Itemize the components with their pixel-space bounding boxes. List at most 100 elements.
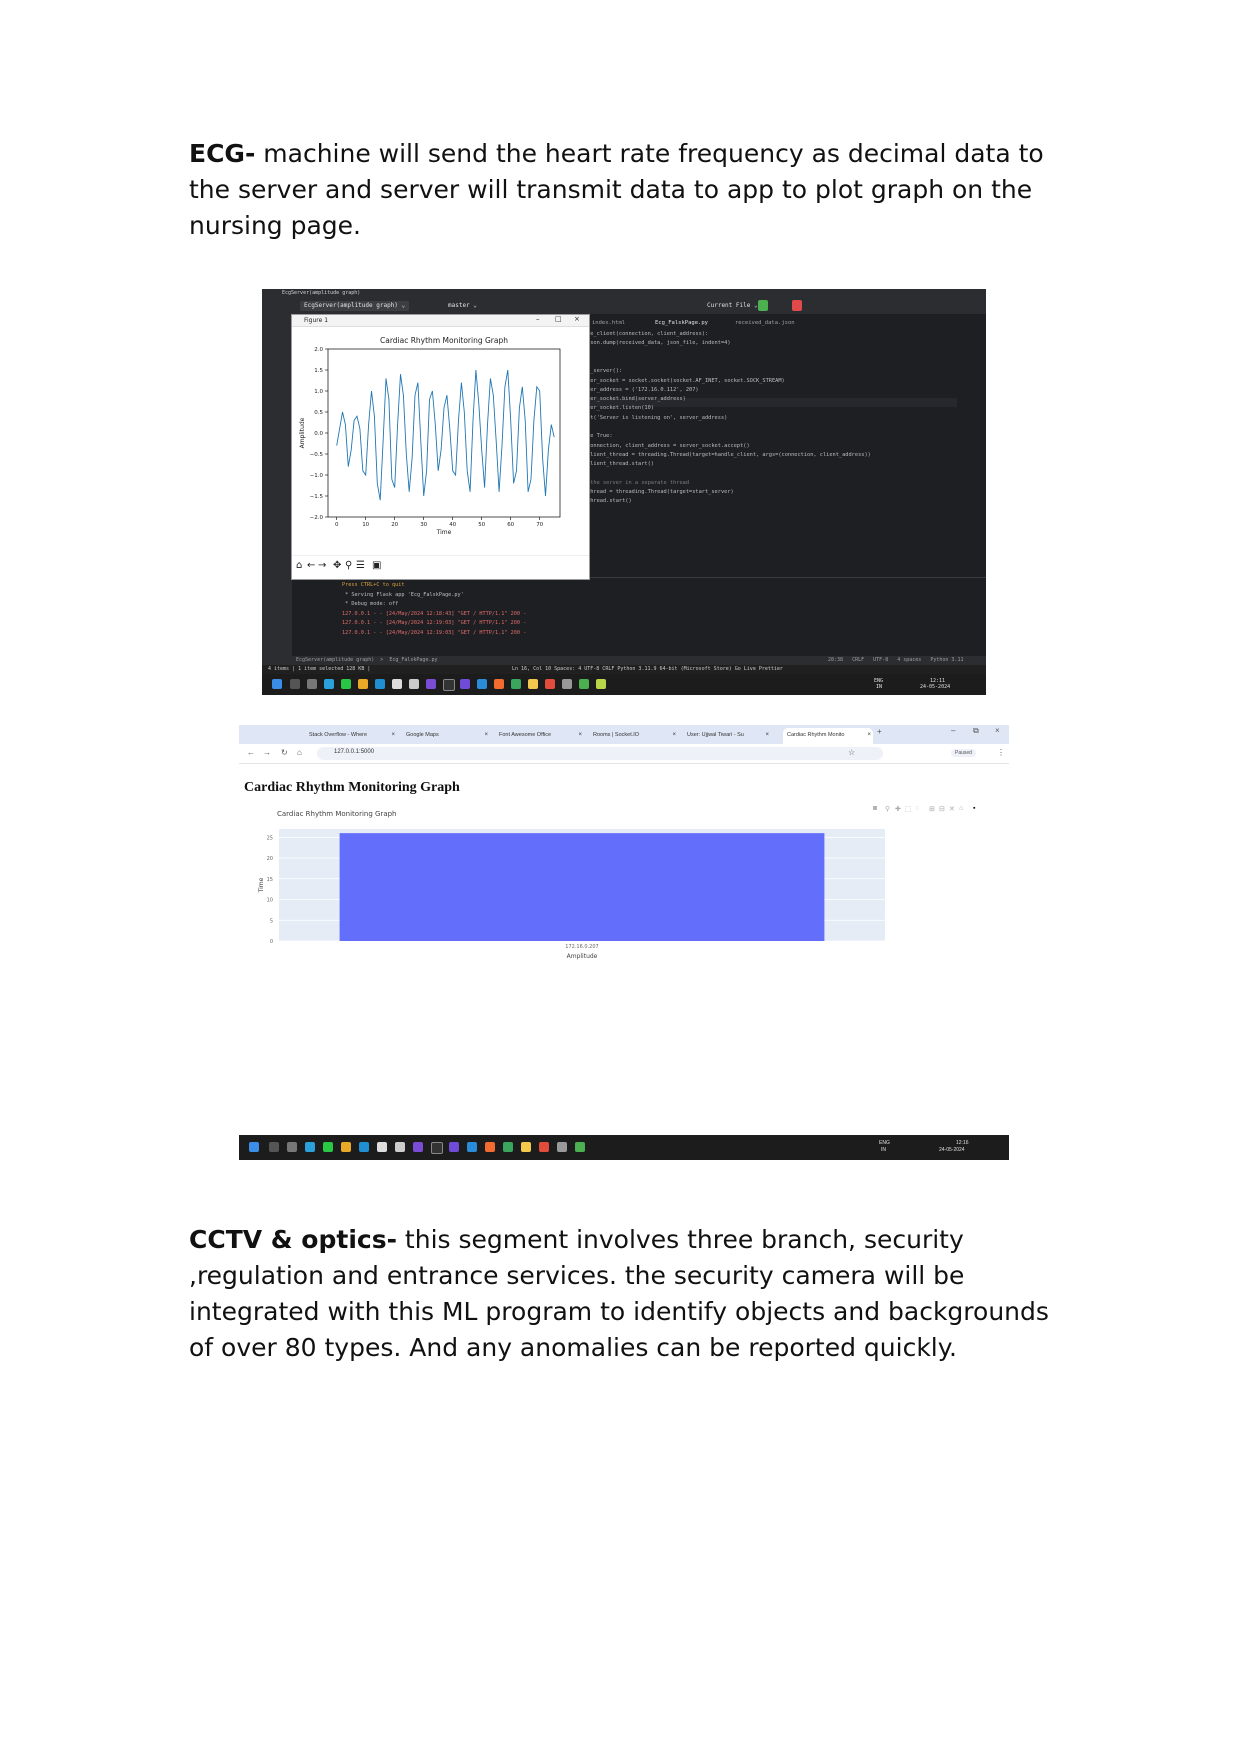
run-button[interactable] (758, 300, 768, 311)
y-tick-label: −0.5 (310, 452, 324, 458)
app-icon[interactable] (449, 1142, 459, 1152)
back-icon[interactable]: ← (307, 560, 315, 571)
x-axis-label: Time (436, 529, 452, 536)
restore-icon[interactable]: ⧉ (973, 726, 979, 736)
tab-ecg-falskpage[interactable]: Ecg_FalskPage.py (655, 320, 708, 326)
app-icon[interactable] (557, 1142, 567, 1152)
app-icon[interactable] (413, 1142, 423, 1152)
vscode-icon[interactable] (477, 679, 487, 689)
branch-selector[interactable]: master ⌄ (448, 301, 477, 311)
taskbar-lang: ENG (879, 1140, 890, 1146)
browser-tab[interactable]: Google Maps × (406, 728, 490, 744)
terminal-line: 127.0.0.1 - - [24/May/2024 12:19:03] "GE… (342, 629, 527, 636)
terminal-icon[interactable] (431, 1142, 443, 1154)
project-selector[interactable]: EcgServer(amplitude graph) ⌄ (300, 301, 410, 311)
taskview-icon[interactable] (287, 1142, 297, 1152)
app-icon[interactable] (395, 1142, 405, 1152)
app-icon[interactable] (392, 679, 402, 689)
save-icon[interactable]: ▣ (372, 560, 381, 571)
terminal-line: 127.0.0.1 - - [24/May/2024 12:19:03] "GE… (342, 620, 527, 626)
windows-start-icon[interactable] (249, 1142, 259, 1152)
terminal-icon[interactable] (443, 679, 455, 691)
app-icon[interactable] (359, 1142, 369, 1152)
reload-icon[interactable]: ↻ (281, 748, 288, 757)
terminal-line: 127.0.0.1 - - [24/May/2024 12:18:43] "GE… (342, 610, 527, 617)
maximize-icon[interactable]: □ (555, 315, 562, 323)
page-heading: Cardiac Rhythm Monitoring Graph (244, 780, 460, 795)
app-icon[interactable] (503, 1142, 513, 1152)
app-icon[interactable] (377, 1142, 387, 1152)
code-line: thread.start() (587, 498, 632, 505)
home-icon[interactable]: ⌂ (296, 560, 302, 571)
app-icon[interactable] (575, 1142, 585, 1152)
y-tick-label: 25 (267, 835, 273, 841)
pan-icon[interactable]: ✥ (333, 560, 341, 571)
app-icon[interactable] (426, 679, 436, 689)
windows-taskbar: ENG IN 12:11 24-05-2024 (262, 674, 986, 695)
folder-icon[interactable] (521, 1142, 531, 1152)
tab-received-data[interactable]: received_data.json (735, 320, 795, 326)
menu-icon[interactable]: ⋮ (997, 748, 1005, 757)
app-icon[interactable] (511, 679, 521, 689)
chrome-icon[interactable] (341, 1142, 351, 1152)
app-icon[interactable] (409, 679, 419, 689)
whatsapp-icon[interactable] (323, 1142, 333, 1152)
app-icon[interactable] (375, 679, 385, 689)
telegram-icon[interactable] (324, 679, 334, 689)
chrome-icon[interactable] (358, 679, 368, 689)
telegram-icon[interactable] (305, 1142, 315, 1152)
y-tick-label: 15 (267, 877, 273, 883)
taskview-icon[interactable] (307, 679, 317, 689)
configure-icon[interactable]: ☰ (356, 560, 365, 571)
address-bar[interactable]: 127.0.0.1:5000 (317, 747, 883, 760)
minimize-icon[interactable]: – (536, 315, 540, 323)
zoom-icon[interactable]: ⚲ (345, 560, 352, 571)
bookmark-star-icon[interactable]: ☆ (848, 748, 855, 757)
chart-title: Cardiac Rhythm Monitoring Graph (277, 810, 396, 818)
app-icon[interactable] (494, 679, 504, 689)
browser-tab[interactable]: Rooms | Socket.IO × (593, 728, 678, 744)
ecg-label: ECG- (189, 139, 256, 168)
folder-icon[interactable] (528, 679, 538, 689)
ide-window-title: EcgServer(amplitude graph) (282, 290, 361, 296)
app-icon[interactable] (562, 679, 572, 689)
figure-titlebar: Figure 1 – □ × (292, 315, 589, 327)
x-tick-label: 20 (391, 522, 398, 528)
app-icon[interactable] (460, 679, 470, 689)
chrome-icon[interactable] (539, 1142, 549, 1152)
close-icon[interactable]: × (574, 315, 580, 323)
code-editor[interactable]: le_client(connection, client_address): js… (587, 331, 957, 561)
search-icon[interactable] (269, 1142, 279, 1152)
whatsapp-icon[interactable] (341, 679, 351, 689)
forward-icon[interactable]: → (263, 748, 271, 757)
app-icon[interactable] (579, 679, 589, 689)
app-icon[interactable] (485, 1142, 495, 1152)
new-tab-icon[interactable]: + (877, 727, 882, 736)
bar-chart: Cardiac Rhythm Monitoring Graph 0 5 10 15 20 2… (258, 810, 885, 960)
windows-start-icon[interactable] (272, 679, 282, 689)
tab-index-html[interactable]: index.html (592, 320, 625, 326)
browser-tab[interactable]: User: Ujjwal Tiwari - Su × (687, 728, 771, 744)
vscode-icon[interactable] (467, 1142, 477, 1152)
chrome-icon[interactable] (545, 679, 555, 689)
chart-title: Cardiac Rhythm Monitoring Graph (380, 336, 508, 345)
browser-tab[interactable]: Font Awesome Office × (499, 728, 584, 744)
back-icon[interactable]: ← (247, 748, 255, 757)
pycharm-icon[interactable] (596, 679, 606, 689)
matplotlib-figure-window[interactable]: Figure 1 – □ × Cardiac Rhythm Monitoring… (291, 314, 590, 580)
browser-tab-active[interactable]: Cardiac Rhythm Monito × (783, 728, 873, 744)
minimize-icon[interactable]: – (951, 726, 955, 735)
forward-icon[interactable]: → (318, 560, 326, 571)
run-terminal[interactable]: Press CTRL+C to quit * Serving Flask app… (292, 577, 986, 657)
ide-left-toolbar (262, 314, 292, 656)
run-config-selector[interactable]: Current File ⌄ (707, 301, 758, 311)
y-tick-label: 20 (267, 856, 273, 862)
search-icon[interactable] (290, 679, 300, 689)
code-line: ver_socket = socket.socket(socket.AF_INE… (587, 377, 785, 384)
x-tick-label: 172.16.0.207 (565, 944, 598, 950)
close-icon[interactable]: × (995, 726, 1000, 735)
home-icon[interactable]: ⌂ (297, 748, 302, 757)
stop-button[interactable] (792, 300, 802, 311)
profile-button[interactable]: Paused (951, 749, 976, 757)
browser-tab[interactable]: Stack Overflow - Where × (309, 728, 397, 744)
